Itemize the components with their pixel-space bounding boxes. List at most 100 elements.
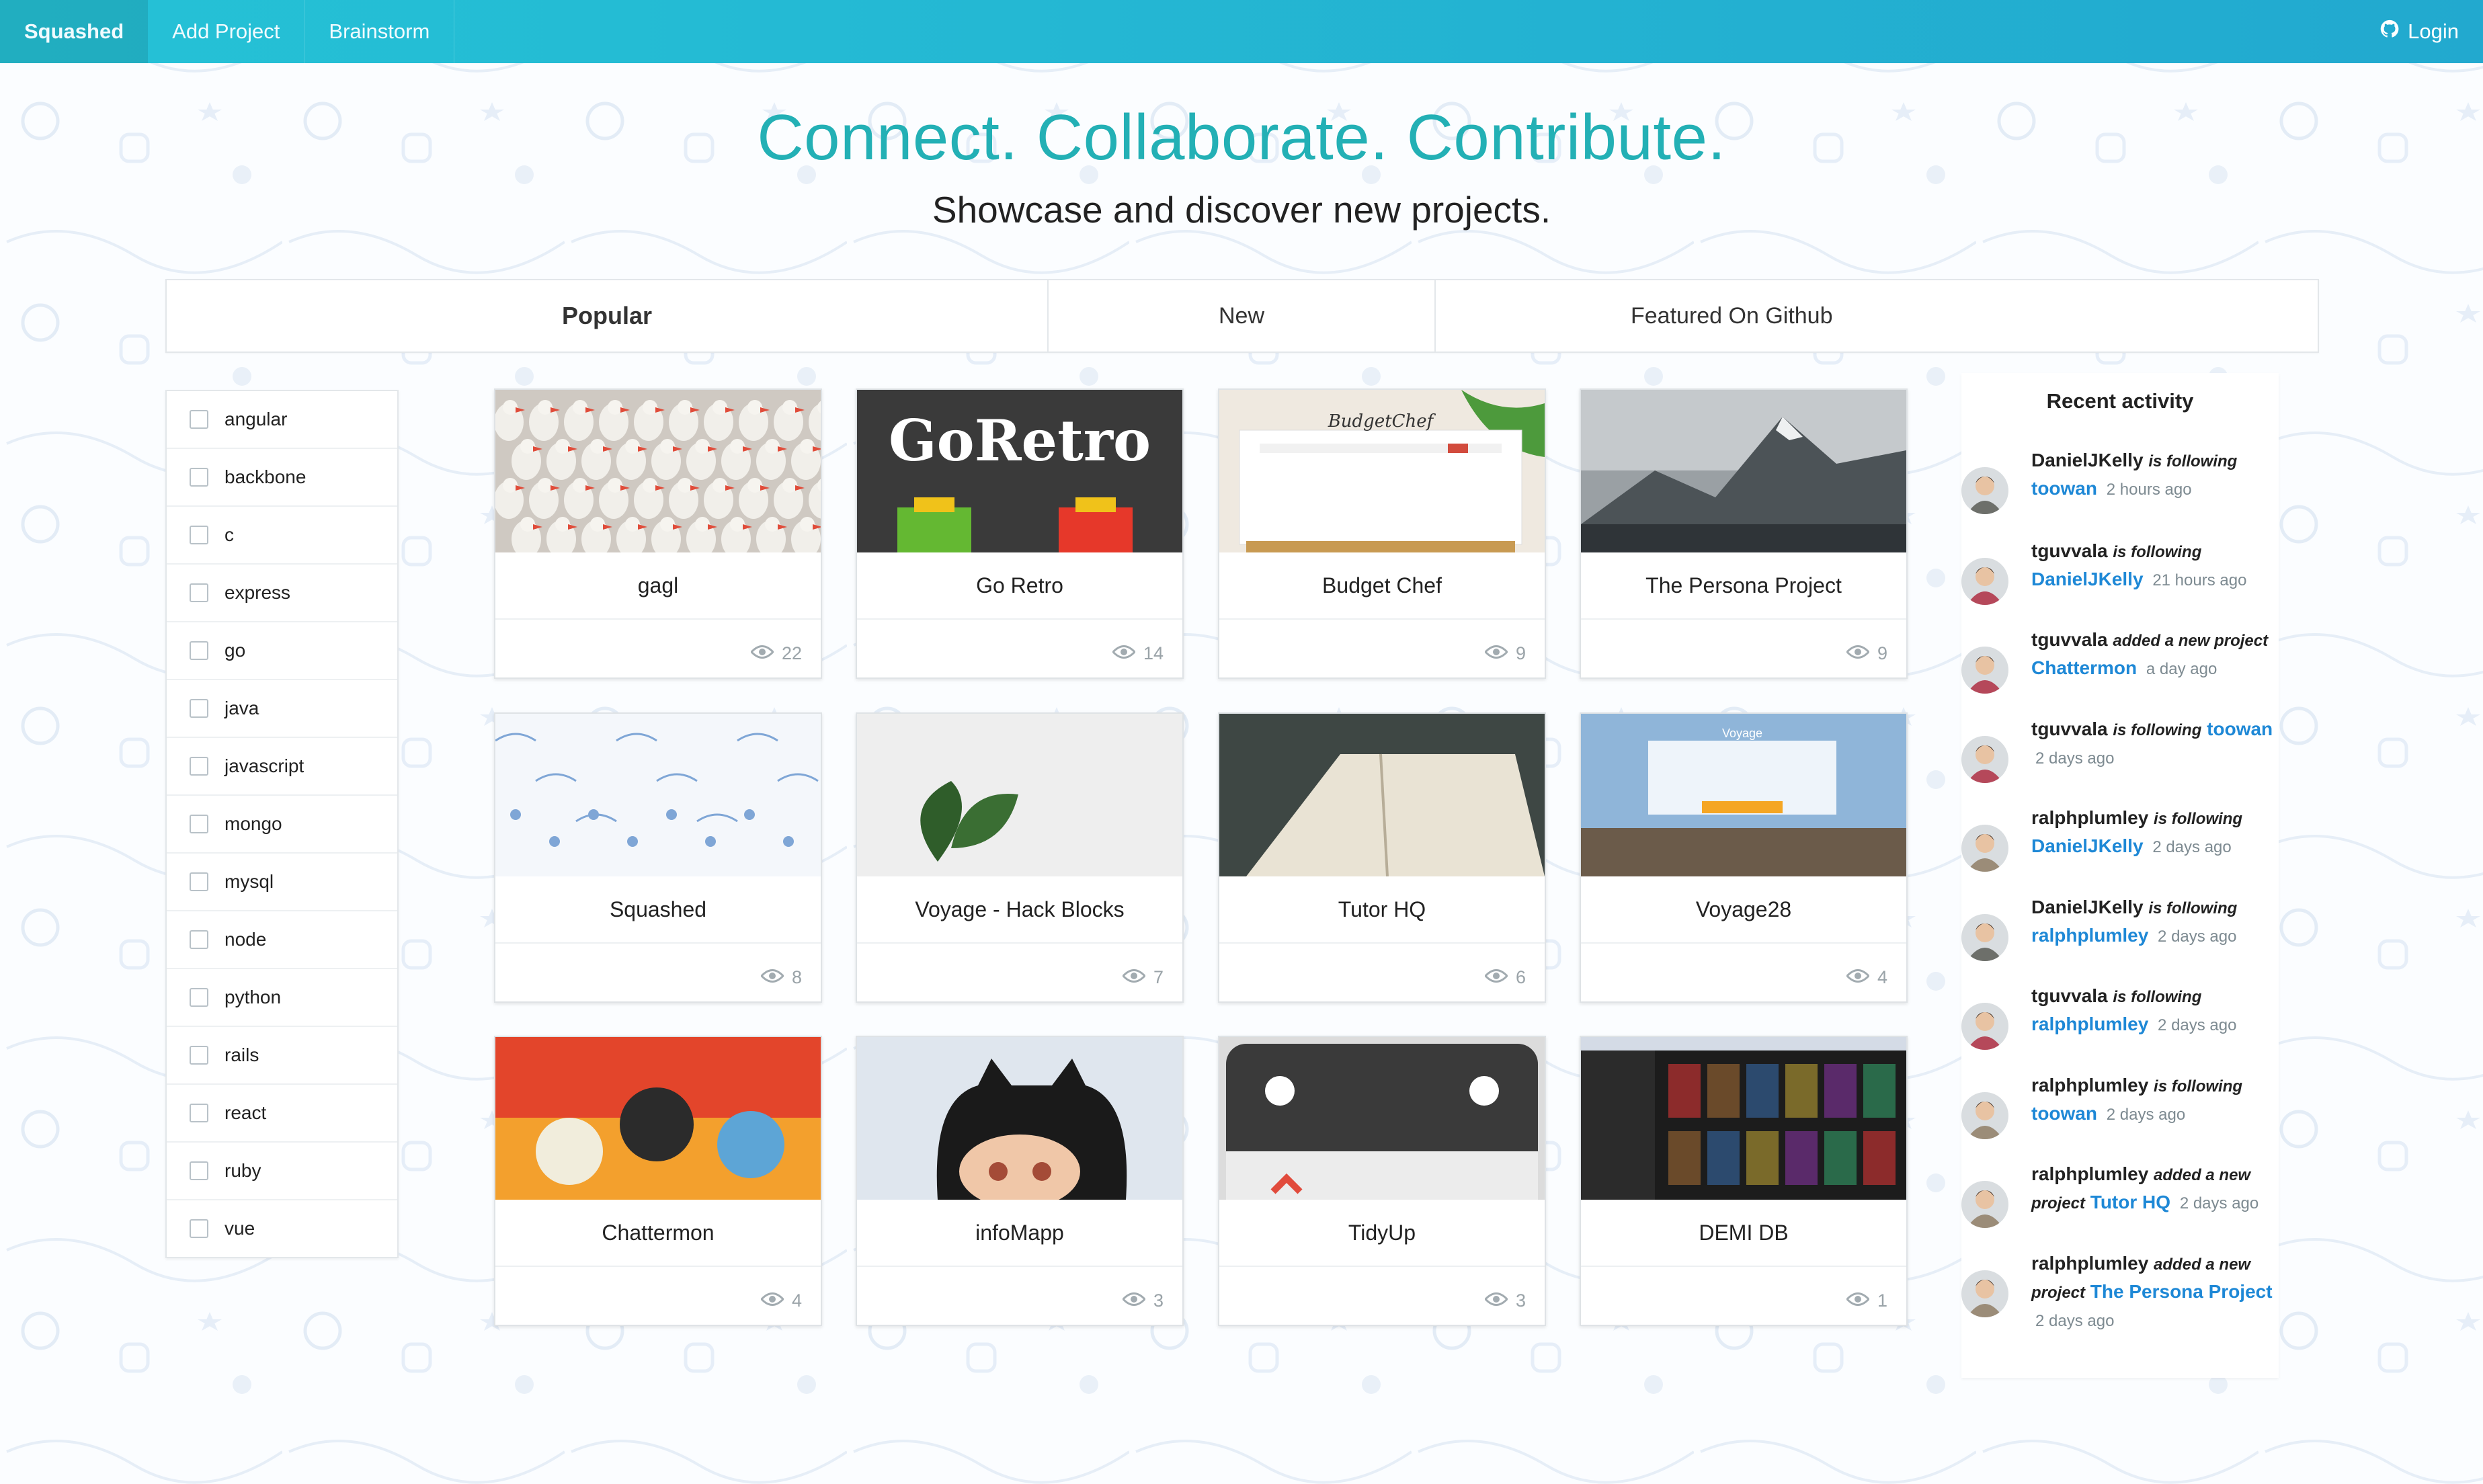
- project-thumbnail[interactable]: [495, 390, 821, 552]
- avatar[interactable]: [1961, 558, 2008, 605]
- filter-java[interactable]: java: [167, 680, 397, 738]
- checkbox[interactable]: [190, 1104, 208, 1122]
- checkbox[interactable]: [190, 872, 208, 891]
- checkbox[interactable]: [190, 699, 208, 718]
- activity-user[interactable]: tguvvala: [2031, 985, 2108, 1006]
- checkbox[interactable]: [190, 757, 208, 776]
- avatar[interactable]: [1961, 1003, 2008, 1050]
- project-title[interactable]: infoMapp: [857, 1200, 1182, 1267]
- filter-mysql[interactable]: mysql: [167, 854, 397, 911]
- login-button[interactable]: Login: [2355, 0, 2483, 63]
- brand-logo[interactable]: Squashed: [0, 0, 149, 63]
- checkbox[interactable]: [190, 930, 208, 949]
- project-card[interactable]: Squashed 8: [494, 712, 822, 1003]
- project-card[interactable]: BudgetChef Budget Chef 9: [1218, 388, 1546, 679]
- project-thumbnail[interactable]: GoRetro: [857, 390, 1182, 552]
- activity-user[interactable]: tguvvala: [2031, 718, 2108, 739]
- avatar[interactable]: [1961, 1270, 2008, 1317]
- filter-python[interactable]: python: [167, 969, 397, 1027]
- checkbox[interactable]: [190, 815, 208, 833]
- filter-c[interactable]: c: [167, 507, 397, 565]
- activity-user[interactable]: DanielJKelly: [2031, 897, 2144, 917]
- project-card[interactable]: Voyage - Hack Blocks 7: [856, 712, 1184, 1003]
- activity-user[interactable]: ralphplumley: [2031, 1075, 2148, 1096]
- project-title[interactable]: Tutor HQ: [1219, 876, 1545, 944]
- avatar[interactable]: [1961, 1181, 2008, 1228]
- project-title[interactable]: Chattermon: [495, 1200, 821, 1267]
- checkbox[interactable]: [190, 1161, 208, 1180]
- checkbox[interactable]: [190, 1219, 208, 1238]
- checkbox[interactable]: [190, 468, 208, 487]
- tab-popular[interactable]: Popular: [167, 280, 1049, 352]
- filter-go[interactable]: go: [167, 622, 397, 680]
- activity-target-link[interactable]: DanielJKelly: [2031, 569, 2144, 589]
- filter-angular[interactable]: angular: [167, 391, 397, 449]
- project-title[interactable]: TidyUp: [1219, 1200, 1545, 1267]
- activity-user[interactable]: DanielJKelly: [2031, 450, 2144, 470]
- project-card[interactable]: GoRetro Go Retro 14: [856, 388, 1184, 679]
- activity-target-link[interactable]: The Persona Project: [2090, 1281, 2273, 1302]
- project-title[interactable]: Go Retro: [857, 552, 1182, 620]
- checkbox[interactable]: [190, 410, 208, 429]
- project-title[interactable]: Budget Chef: [1219, 552, 1545, 620]
- project-card[interactable]: Tutor HQ 6: [1218, 712, 1546, 1003]
- project-thumbnail[interactable]: Voyage: [1581, 714, 1906, 876]
- activity-user[interactable]: ralphplumley: [2031, 807, 2148, 828]
- avatar[interactable]: [1961, 467, 2008, 514]
- filter-react[interactable]: react: [167, 1085, 397, 1143]
- filter-express[interactable]: express: [167, 565, 397, 622]
- project-thumbnail[interactable]: [857, 714, 1182, 876]
- activity-user[interactable]: tguvvala: [2031, 629, 2108, 650]
- filter-javascript[interactable]: javascript: [167, 738, 397, 796]
- project-thumbnail[interactable]: [1581, 390, 1906, 552]
- activity-target-link[interactable]: toowan: [2031, 478, 2097, 499]
- tab-new[interactable]: New: [1049, 280, 1436, 352]
- project-title[interactable]: The Persona Project: [1581, 552, 1906, 620]
- filter-rails[interactable]: rails: [167, 1027, 397, 1085]
- filter-backbone[interactable]: backbone: [167, 449, 397, 507]
- avatar[interactable]: [1961, 825, 2008, 872]
- filter-mongo[interactable]: mongo: [167, 796, 397, 854]
- project-card[interactable]: Voyage Voyage28 4: [1580, 712, 1908, 1003]
- nav-add-project[interactable]: Add Project: [148, 0, 305, 63]
- project-thumbnail[interactable]: [1219, 1037, 1545, 1200]
- filter-vue[interactable]: vue: [167, 1200, 397, 1257]
- project-thumbnail[interactable]: [1219, 714, 1545, 876]
- filter-node[interactable]: node: [167, 911, 397, 969]
- activity-target-link[interactable]: toowan: [2031, 1103, 2097, 1124]
- project-thumbnail[interactable]: BudgetChef: [1219, 390, 1545, 552]
- activity-target-link[interactable]: DanielJKelly: [2031, 835, 2144, 856]
- activity-target-link[interactable]: toowan: [2207, 718, 2273, 739]
- project-card[interactable]: Chattermon 4: [494, 1036, 822, 1326]
- project-card[interactable]: TidyUp 3: [1218, 1036, 1546, 1326]
- project-title[interactable]: gagl: [495, 552, 821, 620]
- project-card[interactable]: infoMapp 3: [856, 1036, 1184, 1326]
- activity-user[interactable]: ralphplumley: [2031, 1253, 2148, 1274]
- activity-target-link[interactable]: ralphplumley: [2031, 1014, 2148, 1034]
- activity-user[interactable]: ralphplumley: [2031, 1163, 2148, 1184]
- activity-target-link[interactable]: ralphplumley: [2031, 925, 2148, 946]
- avatar[interactable]: [1961, 914, 2008, 961]
- checkbox[interactable]: [190, 583, 208, 602]
- project-card[interactable]: gagl 22: [494, 388, 822, 679]
- project-thumbnail[interactable]: [1581, 1037, 1906, 1200]
- avatar[interactable]: [1961, 647, 2008, 694]
- project-thumbnail[interactable]: [857, 1037, 1182, 1200]
- project-title[interactable]: DEMI DB: [1581, 1200, 1906, 1267]
- project-title[interactable]: Voyage28: [1581, 876, 1906, 944]
- avatar[interactable]: [1961, 736, 2008, 783]
- project-title[interactable]: Voyage - Hack Blocks: [857, 876, 1182, 944]
- checkbox[interactable]: [190, 526, 208, 544]
- project-card[interactable]: DEMI DB 1: [1580, 1036, 1908, 1326]
- project-title[interactable]: Squashed: [495, 876, 821, 944]
- nav-brainstorm[interactable]: Brainstorm: [304, 0, 455, 63]
- activity-target-link[interactable]: Tutor HQ: [2090, 1192, 2170, 1212]
- checkbox[interactable]: [190, 988, 208, 1007]
- checkbox[interactable]: [190, 1046, 208, 1065]
- project-thumbnail[interactable]: [495, 1037, 821, 1200]
- avatar[interactable]: [1961, 1092, 2008, 1139]
- project-card[interactable]: The Persona Project 9: [1580, 388, 1908, 679]
- activity-user[interactable]: tguvvala: [2031, 540, 2108, 561]
- project-thumbnail[interactable]: [495, 714, 821, 876]
- activity-target-link[interactable]: Chattermon: [2031, 657, 2137, 678]
